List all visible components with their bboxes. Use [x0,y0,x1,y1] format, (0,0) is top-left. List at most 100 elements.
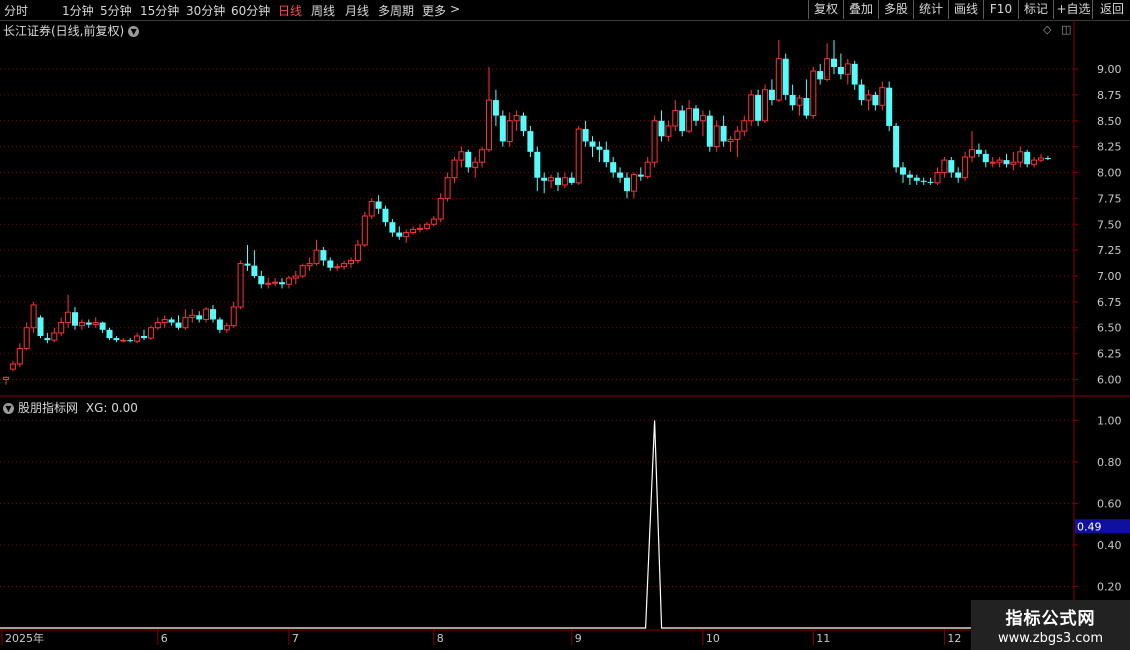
candle-body [948,160,955,173]
indicator-y-label: 1.00 [1097,414,1122,427]
x-tick-label: 7 [292,632,299,645]
candle-body [582,129,589,142]
candle-body [686,107,693,132]
candle-body [617,172,624,178]
candle-body [1003,160,1010,165]
price-chart-svg[interactable]: 6.00 6.25 6.50 6.75 7.00 7.25 7.50 7.75 8.00 8.25… [0,0,1130,650]
candle-body [589,141,596,147]
candle-body [679,110,686,132]
candle-body [368,200,375,217]
period-tab[interactable]: 月线 [345,2,369,19]
candle-body [292,275,299,279]
candle-body [341,263,348,268]
period-tab[interactable]: 30分钟 [186,2,225,19]
candle-body [955,172,962,178]
chevron-down-icon[interactable]: ▼ [3,403,14,414]
period-tab[interactable]: 多周期 [378,2,414,19]
y-tick-label: 8.25 [1097,141,1122,154]
candle-body [624,177,630,192]
period-tab[interactable]: 15分钟 [140,2,179,19]
candle-body [506,120,513,142]
candle-body [348,259,354,265]
candle-body [106,329,113,339]
candle-body [403,232,410,238]
candle-body [900,167,906,175]
candle-body [941,159,948,174]
chevron-down-icon[interactable]: ▼ [128,26,140,37]
main-chart-corner-icons: ◇ ◫ [1043,23,1071,36]
toolbar-button[interactable]: 复权 [808,0,843,19]
candle-body [182,316,189,329]
toolbar-button[interactable]: 返回 [1092,0,1130,19]
x-tick-label: 10 [706,632,720,645]
candle-body [72,312,78,326]
candle-body [3,376,9,380]
candle-body [837,66,844,75]
candle-body [665,125,672,137]
candle-body [886,87,893,126]
candle-body [831,58,837,67]
stock-title-text: 长江证券(日线,前复权) [3,24,125,38]
candle-body [430,218,437,225]
candle-body [99,322,106,330]
diamond-icon[interactable]: ◇ [1043,23,1051,36]
candle-body [748,94,755,122]
candle-body [520,115,527,132]
candle-body [603,149,610,163]
more-chevron-icon[interactable]: > [450,2,460,16]
period-tab[interactable]: 分时 [4,2,28,19]
candle-body [444,177,451,199]
toolbar-button[interactable]: +自选 [1053,0,1093,19]
candle-body [630,174,637,192]
candle-body [85,322,92,325]
period-tab[interactable]: 日线 [278,2,302,19]
candle-body [575,128,582,184]
candle-body [154,322,161,329]
period-tab[interactable]: 1分钟 [62,2,94,19]
candle-body [189,314,196,318]
indicator-line [0,420,1074,629]
watermark: 指标公式网 www.zbgs3.com [971,600,1130,650]
candle-body [237,263,244,308]
candle-body [375,201,382,209]
candle-body [327,260,334,268]
candle-body [817,71,824,80]
candle-body [423,223,430,229]
candle-body [23,327,30,349]
candle-body [651,120,658,163]
candle-body [782,58,789,95]
period-tab[interactable]: 周线 [311,2,335,19]
candle-body [410,228,417,234]
candle-body [858,84,865,101]
candle-body [741,120,748,132]
candle-body [51,332,58,341]
candle-body [561,177,568,186]
toolbar-button[interactable]: 标记 [1018,0,1053,19]
toolbar-button[interactable]: 叠加 [843,0,878,19]
candle-body [44,338,51,341]
panel-toggle-icon[interactable]: ◫ [1061,23,1071,36]
candle-body [92,322,99,326]
period-tab[interactable]: 60分钟 [231,2,270,19]
candle-body [30,304,37,329]
candle-body [527,131,534,152]
watermark-line2: www.zbgs3.com [997,631,1104,646]
toolbar-button[interactable]: 统计 [913,0,948,19]
candle-body [272,281,279,284]
indicator-name: 股朋指标网 [18,401,79,415]
current-value-badge [1075,519,1130,534]
candle-body [762,89,768,122]
y-tick-label: 6.50 [1097,322,1122,335]
toolbar-button[interactable]: F10 [983,0,1018,19]
period-tab[interactable]: 更多 [422,2,446,19]
candle-body [734,130,741,140]
candle-body [548,177,555,182]
toolbar-button[interactable]: 多股 [878,0,913,19]
period-tab[interactable]: 5分钟 [100,2,132,19]
candle-body [299,265,306,277]
toolbar-button[interactable]: 画线 [948,0,983,19]
y-tick-label: 7.25 [1097,244,1122,257]
candle-body [382,208,389,223]
candle-body [258,276,265,285]
candle-body [1044,158,1051,160]
